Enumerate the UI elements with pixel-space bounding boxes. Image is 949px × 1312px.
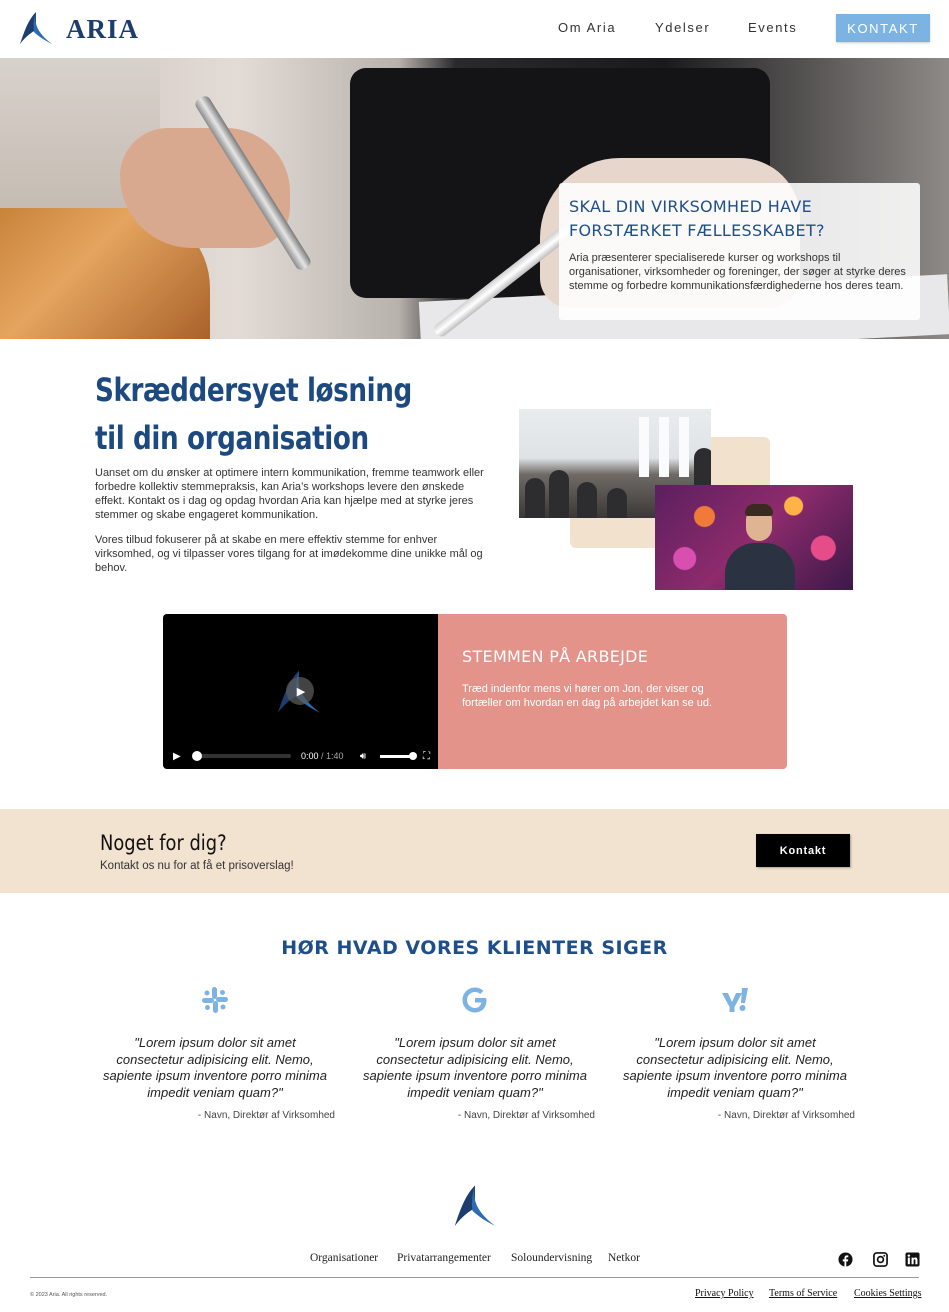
video-progress-bar[interactable] <box>191 751 291 761</box>
terms-of-service-link[interactable]: Terms of Service <box>769 1288 837 1299</box>
instagram-icon[interactable] <box>873 1252 888 1267</box>
video-controls: ▶ 0:00 / 1:40 🔊︎ ⛶ <box>163 743 438 769</box>
speaker-photo <box>655 485 853 590</box>
site-header: ARIA Om Aria Ydelser Events KONTAKT <box>0 0 949 58</box>
testimonials-title: HØR HVAD VORES KLIENTER SIGER <box>281 937 668 959</box>
hero-image: SKAL DIN VIRKSOMHED HAVE FORSTÆRKET FÆLL… <box>0 58 949 339</box>
play-overlay-button[interactable]: ▶ <box>286 677 314 705</box>
hero-card: SKAL DIN VIRKSOMHED HAVE FORSTÆRKET FÆLL… <box>559 183 920 320</box>
footer-link-netkor[interactable]: Netkor <box>608 1252 640 1264</box>
cta-kontakt-button[interactable]: Kontakt <box>756 834 850 867</box>
video-description-panel: STEMMEN PÅ ARBEJDE Træd indenfor mens vi… <box>438 614 787 769</box>
footer-copyright: © 2023 Aria. All rights reserved. <box>30 1292 108 1298</box>
photo-speaker-hair <box>745 504 773 516</box>
video-text: Træd indenfor mens vi hører om Jon, der … <box>462 683 713 709</box>
cta-text: Kontakt os nu for at få et prisoverslag! <box>100 860 294 872</box>
testimonial-card: "Lorem ipsum dolor sit amet consectetur … <box>355 985 595 1121</box>
testimonial-author: - Navn, Direktør af Virksomhed <box>457 1110 595 1121</box>
hero-body: Aria præsenterer specialiserede kurser o… <box>569 252 906 292</box>
intro-paragraph-2: Vores tilbud fokuserer på at skabe en me… <box>95 534 483 574</box>
linkedin-icon[interactable] <box>905 1252 920 1267</box>
fullscreen-icon[interactable]: ⛶ <box>423 751 430 762</box>
hero-heading: SKAL DIN VIRKSOMHED HAVE FORSTÆRKET FÆLL… <box>569 197 825 240</box>
nav-om-aria[interactable]: Om Aria <box>558 20 616 35</box>
testimonial-quote: "Lorem ipsum dolor sit amet consectetur … <box>363 1035 587 1100</box>
volume-slider[interactable] <box>379 751 418 760</box>
video-duration: / 1:40 <box>320 751 344 761</box>
footer-logo-icon[interactable] <box>450 1183 500 1231</box>
aria-logo-icon <box>20 12 52 44</box>
footer-divider <box>30 1277 919 1278</box>
logo-text: ARIA <box>66 13 140 44</box>
volume-icon[interactable]: 🔊︎ <box>360 751 372 762</box>
footer-link-privatarrangementer[interactable]: Privatarrangementer <box>397 1252 491 1264</box>
cookies-settings-link[interactable]: Cookies Settings <box>854 1288 922 1299</box>
yahoo-icon <box>722 988 748 1012</box>
google-icon <box>462 987 487 1013</box>
footer-link-soloundervisning[interactable]: Soloundervisning <box>511 1252 592 1264</box>
slack-icon <box>202 987 228 1013</box>
photo-speaker-suit <box>725 543 795 590</box>
photo-person <box>549 470 569 518</box>
photo-person <box>607 488 627 518</box>
video-time: 0:00 / 1:40 <box>301 751 356 761</box>
video-current-time: 0:00 <box>300 751 319 761</box>
testimonial-author: - Navn, Direktør af Virksomhed <box>717 1110 855 1121</box>
video-player[interactable]: ▶ ▶ 0:00 / 1:40 🔊︎ ⛶ <box>163 614 438 769</box>
photo-person <box>525 478 545 518</box>
testimonial-author: - Navn, Direktør af Virksomhed <box>197 1110 335 1121</box>
cta-heading: Noget for dig? <box>100 831 227 855</box>
photo-window <box>659 417 669 477</box>
testimonial-quote: "Lorem ipsum dolor sit amet consectetur … <box>103 1035 327 1100</box>
footer-link-organisationer[interactable]: Organisationer <box>310 1252 378 1264</box>
intro-title: Skræddersyet løsning til din organisatio… <box>95 371 412 457</box>
facebook-icon[interactable] <box>838 1252 853 1267</box>
nav-ydelser[interactable]: Ydelser <box>655 20 710 35</box>
testimonial-card: "Lorem ipsum dolor sit amet consectetur … <box>615 985 855 1121</box>
privacy-policy-link[interactable]: Privacy Policy <box>695 1288 754 1299</box>
photo-window <box>679 417 689 477</box>
kontakt-button[interactable]: KONTAKT <box>836 14 930 42</box>
testimonial-card: "Lorem ipsum dolor sit amet consectetur … <box>95 985 335 1121</box>
photo-window <box>639 417 649 477</box>
testimonial-quote: "Lorem ipsum dolor sit amet consectetur … <box>623 1035 847 1100</box>
play-icon[interactable]: ▶ <box>171 751 183 762</box>
nav-events[interactable]: Events <box>748 20 797 35</box>
intro-paragraph-1: Uanset om du ønsker at optimere intern k… <box>95 467 484 521</box>
photo-person <box>577 482 597 518</box>
video-title: STEMMEN PÅ ARBEJDE <box>462 647 649 666</box>
logo[interactable]: ARIA <box>18 10 139 48</box>
